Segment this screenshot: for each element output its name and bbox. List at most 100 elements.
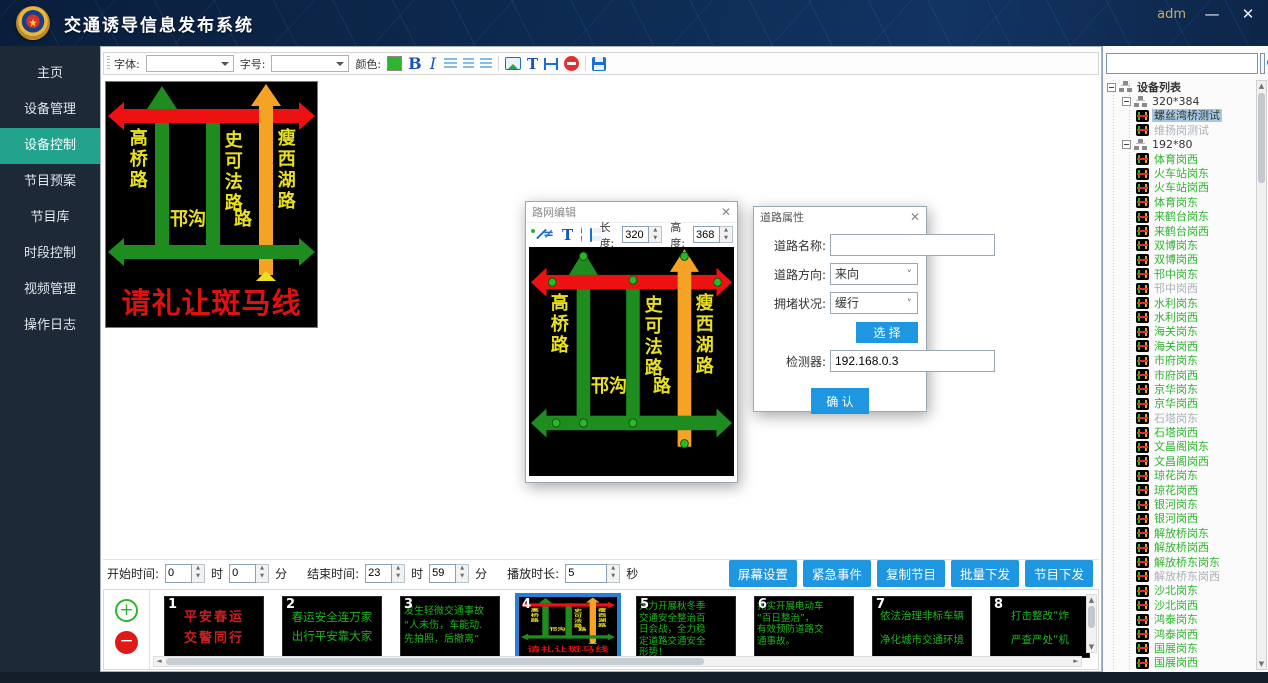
device-tree-node[interactable]: 体育岗西 [1105, 152, 1255, 166]
playlist-item[interactable]: 1 平安春运 交警同行 [164, 596, 264, 658]
playlist-item[interactable]: 8 打击整改“炸 严查严处“机 [990, 596, 1090, 658]
bold-button[interactable]: B [408, 54, 422, 73]
save-button[interactable] [592, 57, 606, 71]
minimize-icon[interactable]: — [1202, 4, 1222, 24]
device-tree-node[interactable]: 双博岗东 [1105, 238, 1255, 252]
end-hour-input[interactable] [365, 564, 392, 583]
device-tree-node[interactable]: 海关岗西 [1105, 339, 1255, 353]
end-minute-input[interactable] [429, 564, 456, 583]
device-tree-node[interactable]: 火车站岗西 [1105, 181, 1255, 195]
playlist-item[interactable]: 6 扎实开展电动车 “百日整治”， 有效预防道路交 通事故。 [754, 596, 854, 658]
device-tree-node[interactable]: 螺丝湾桥测试 [1105, 109, 1255, 123]
search-button[interactable] [1260, 53, 1265, 74]
device-tree-node[interactable]: 来鹤台岗东 [1105, 210, 1255, 224]
sidebar-item[interactable]: 设备控制 [0, 128, 100, 164]
delete-button[interactable] [564, 56, 579, 71]
device-tree-node[interactable]: 国展岗东 [1105, 641, 1255, 655]
align-left-button[interactable] [444, 58, 457, 69]
device-tree-node[interactable]: 维扬岗测试 [1105, 123, 1255, 137]
action-button[interactable]: 节目下发 [1025, 560, 1093, 587]
device-tree-node[interactable]: 解放桥岗东 [1105, 526, 1255, 540]
device-tree-node[interactable]: 国展岗西 [1105, 656, 1255, 670]
playlist-item[interactable]: 2 春运安全连万家 出行平安靠大家 [282, 596, 382, 658]
start-hour-stepper[interactable]: ▲▼ [165, 564, 205, 583]
road-name-input[interactable] [830, 234, 995, 256]
select-detector-button[interactable]: 选 择 [856, 322, 918, 343]
device-tree-node[interactable]: 市府岗西 [1105, 368, 1255, 382]
insert-image-button[interactable] [505, 57, 521, 70]
playlist-item-selected[interactable]: 4 [518, 596, 618, 658]
font-select[interactable] [146, 55, 234, 72]
playlist-item[interactable]: 5 大力开展秋冬季 交通安全整治百 日会战，全力稳 定道路交通安全 形势！ [636, 596, 736, 658]
device-tree-node[interactable]: 双博岗西 [1105, 253, 1255, 267]
playlist-item[interactable]: 7 依法治理非标车辆 净化城市交通环境 [872, 596, 972, 658]
length-input[interactable] [622, 226, 649, 243]
device-tree-node[interactable]: 石塔岗西 [1105, 425, 1255, 439]
tree-expander-icon[interactable] [1122, 97, 1131, 106]
delete-button[interactable] [581, 227, 582, 242]
playlist-vertical-scrollbar[interactable]: ▲ ▼ [1086, 594, 1097, 653]
insert-text-button[interactable]: T [562, 226, 573, 244]
duration-stepper[interactable]: ▲▼ [565, 564, 620, 583]
add-program-button[interactable]: + [115, 599, 138, 622]
device-tree-node[interactable]: 体育岗东 [1105, 195, 1255, 209]
duration-input[interactable] [565, 564, 607, 583]
close-icon[interactable]: ✕ [721, 205, 731, 219]
draw-road-button[interactable] [534, 228, 535, 241]
led-screen-preview[interactable]: 高桥路 史可法路 瘦西湖路 邗沟 路 请礼让斑马线 [106, 82, 317, 327]
device-tree-node[interactable]: 文昌阁岗东 [1105, 440, 1255, 454]
start-minute-stepper[interactable]: ▲▼ [229, 564, 269, 583]
device-tree-node[interactable]: 设备列表 [1105, 80, 1255, 94]
scrollbar-thumb[interactable] [166, 658, 704, 665]
length-stepper[interactable]: ▲▼ [622, 226, 662, 243]
action-button[interactable]: 复制节目 [877, 560, 945, 587]
italic-button[interactable]: I [428, 54, 438, 73]
action-button[interactable]: 屏幕设置 [729, 560, 797, 587]
road-editor-canvas[interactable]: 高桥路 史可法路 瘦西湖路 邗沟 路 [529, 247, 734, 476]
toolbar-drag-handle[interactable] [107, 56, 110, 71]
sidebar-item[interactable]: 时段控制 [0, 236, 100, 272]
congestion-select[interactable]: 缓行 [830, 292, 918, 314]
align-right-button[interactable] [480, 58, 492, 69]
device-tree-node[interactable]: 鸿泰岗东 [1105, 612, 1255, 626]
device-tree-node[interactable]: 海关岗东 [1105, 325, 1255, 339]
color-swatch[interactable] [387, 56, 402, 71]
device-tree-node[interactable]: 来鹤台岗西 [1105, 224, 1255, 238]
device-tree-node[interactable]: 文昌阁岗西 [1105, 454, 1255, 468]
sidebar-item[interactable]: 视频管理 [0, 272, 100, 308]
device-tree-node[interactable]: 火车站岗东 [1105, 166, 1255, 180]
playlist-horizontal-scrollbar[interactable]: ◄ ► [153, 656, 1082, 667]
remove-program-button[interactable]: − [115, 631, 138, 654]
device-tree-node[interactable]: 京华岗东 [1105, 382, 1255, 396]
device-tree-node[interactable]: 沙北岗东 [1105, 584, 1255, 598]
device-tree-node[interactable]: 邗中岗西 [1105, 281, 1255, 295]
scrollbar-thumb[interactable] [1088, 606, 1095, 628]
close-icon[interactable]: ✕ [1238, 4, 1258, 24]
confirm-button[interactable]: 确 认 [811, 388, 869, 414]
detector-input[interactable] [830, 350, 995, 372]
align-center-button[interactable] [463, 58, 474, 69]
scrollbar-thumb[interactable] [1258, 93, 1265, 183]
insert-text-button[interactable]: T [527, 55, 538, 73]
tree-expander-icon[interactable] [1107, 83, 1116, 92]
device-tree-node[interactable]: 银河岗西 [1105, 512, 1255, 526]
device-tree-node[interactable]: 320*384 [1105, 94, 1255, 108]
end-minute-stepper[interactable]: ▲▼ [429, 564, 469, 583]
logged-in-user[interactable]: adm [1157, 7, 1186, 22]
device-tree-node[interactable]: 沙北岗西 [1105, 598, 1255, 612]
device-tree-node[interactable]: 鸿泰岗西 [1105, 627, 1255, 641]
device-tree-node[interactable]: 解放桥岗西 [1105, 541, 1255, 555]
action-button[interactable]: 批量下发 [951, 560, 1019, 587]
device-tree-node[interactable]: 水利岗西 [1105, 310, 1255, 324]
device-search-input[interactable] [1106, 53, 1258, 74]
device-tree-node[interactable]: 市府岗东 [1105, 353, 1255, 367]
height-input[interactable] [693, 226, 720, 243]
device-tree-node[interactable]: 琼花岗东 [1105, 469, 1255, 483]
close-icon[interactable]: ✕ [910, 210, 920, 224]
sidebar-item[interactable]: 节目库 [0, 200, 100, 236]
sidebar-item[interactable]: 主页 [0, 56, 100, 92]
playlist-item[interactable]: 3 发生轻微交通事故 “人未伤，车能动. 先拍照，后撤离” [400, 596, 500, 658]
device-tree-scrollbar[interactable]: ▲ ▼ [1256, 80, 1267, 670]
device-tree-node[interactable]: 水利岗东 [1105, 296, 1255, 310]
road-direction-select[interactable]: 来向 [830, 263, 918, 285]
